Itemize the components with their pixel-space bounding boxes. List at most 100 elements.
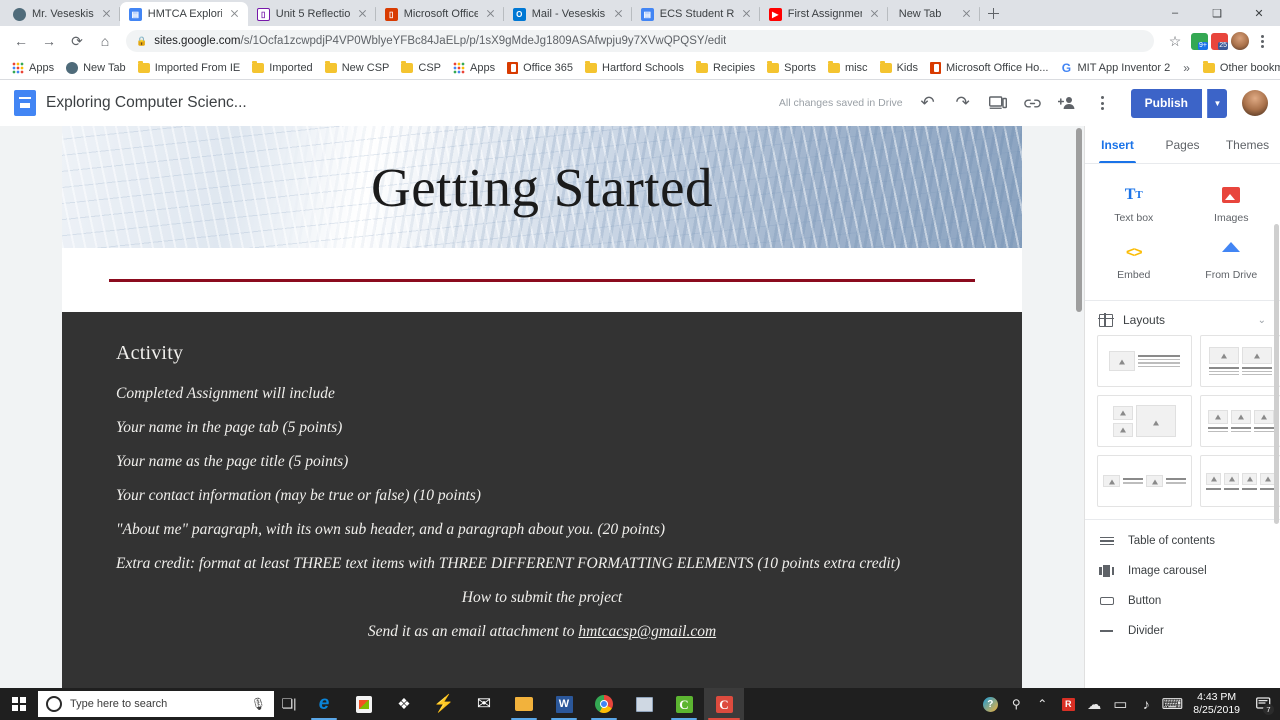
reload-icon[interactable]: ⟳ xyxy=(64,28,90,54)
browser-tab[interactable]: ▯ Microsoft Office Home xyxy=(375,2,504,26)
taskbar-app-chrome[interactable] xyxy=(584,688,624,720)
bookmark-hartford-schools[interactable]: Hartford Schools xyxy=(580,60,689,76)
browser-tab[interactable]: ▤ ECS Student Resource xyxy=(631,2,760,26)
canvas-scrollbar[interactable] xyxy=(1075,126,1083,688)
bookmark-apps-2[interactable]: Apps xyxy=(448,60,500,76)
chevron-down-icon[interactable]: ⌄ xyxy=(1258,315,1266,326)
insert-image-carousel[interactable]: Image carousel xyxy=(1085,556,1280,586)
close-icon[interactable] xyxy=(868,7,882,21)
close-window-button[interactable]: ✕ xyxy=(1238,0,1280,26)
close-icon[interactable] xyxy=(960,7,974,21)
insert-table-of-contents[interactable]: Table of contents xyxy=(1085,526,1280,556)
close-icon[interactable] xyxy=(484,7,498,21)
taskbar-clock[interactable]: 4:43 PM 8/25/2019 xyxy=(1185,691,1248,717)
bookmark-star-icon[interactable]: ☆ xyxy=(1162,28,1188,54)
banner-title[interactable]: Getting Started xyxy=(371,156,713,219)
taskbar-app-edge[interactable]: e xyxy=(304,688,344,720)
email-link[interactable]: hmtcacsp@gmail.com xyxy=(578,623,716,640)
taskbar-search[interactable]: Type here to search 🎙 xyxy=(38,691,274,717)
new-tab-button[interactable] xyxy=(980,2,1006,26)
browser-tab-active[interactable]: ▤ HMTCA Exploring Com xyxy=(119,2,248,26)
browser-tab[interactable]: ▯ Unit 5 Reflections - M xyxy=(247,2,376,26)
bookmark-imported[interactable]: Imported xyxy=(247,60,317,76)
bookmark-sports[interactable]: Sports xyxy=(762,60,821,76)
taskbar-app-red-c[interactable]: C xyxy=(704,688,744,720)
insert-images[interactable]: Images xyxy=(1183,176,1280,233)
bookmark-kids[interactable]: Kids xyxy=(875,60,923,76)
copy-link-button[interactable] xyxy=(1018,88,1048,118)
other-bookmarks[interactable]: Other bookmarks xyxy=(1198,60,1280,76)
insert-from-drive[interactable]: From Drive xyxy=(1183,233,1280,290)
redo-button[interactable]: ↷ xyxy=(948,88,978,118)
publish-dropdown-button[interactable]: ▼ xyxy=(1207,88,1227,118)
extension-icon-red[interactable]: 25 xyxy=(1211,32,1228,50)
close-icon[interactable] xyxy=(740,7,754,21)
bookmark-recipies[interactable]: Recipies xyxy=(691,60,760,76)
bookmark-office-365[interactable]: Office 365 xyxy=(502,60,578,76)
taskbar-app-store[interactable] xyxy=(344,688,384,720)
profile-avatar[interactable] xyxy=(1231,32,1249,50)
insert-text-box[interactable]: TT Text box xyxy=(1085,176,1183,233)
taskbar-app-green-c[interactable]: C xyxy=(664,688,704,720)
bookmark-new-csp[interactable]: New CSP xyxy=(320,60,395,76)
microphone-icon[interactable]: 🎙 xyxy=(251,697,266,711)
insert-divider[interactable]: Divider xyxy=(1085,616,1280,646)
antivirus-icon[interactable]: R xyxy=(1055,688,1081,720)
action-center-icon[interactable]: 7 xyxy=(1248,688,1278,720)
back-icon[interactable]: ← xyxy=(8,28,34,54)
layout-option-4[interactable] xyxy=(1200,395,1280,447)
start-button[interactable] xyxy=(0,688,38,720)
maximize-button[interactable]: ❑ xyxy=(1196,0,1238,26)
home-icon[interactable]: ⌂ xyxy=(92,28,118,54)
page-title[interactable]: Exploring Computer Scienc... xyxy=(46,94,247,112)
insert-button[interactable]: Button xyxy=(1085,586,1280,616)
browser-tab[interactable]: ▶ First Assignment - You xyxy=(759,2,888,26)
bookmark-imported-from-ie[interactable]: Imported From IE xyxy=(133,60,246,76)
help-icon[interactable]: ? xyxy=(977,688,1003,720)
battery-icon[interactable]: ▭ xyxy=(1107,688,1133,720)
chrome-menu-icon[interactable] xyxy=(1252,34,1272,48)
taskbar-app-mail[interactable]: ✉ xyxy=(464,688,504,720)
close-icon[interactable] xyxy=(100,7,114,21)
keyboard-icon[interactable]: ⌨ xyxy=(1159,688,1185,720)
insert-embed[interactable]: <> Embed xyxy=(1085,233,1183,290)
browser-tab-newtab[interactable]: New Tab xyxy=(887,2,980,26)
tab-themes[interactable]: Themes xyxy=(1215,126,1280,163)
taskbar-app-dropbox[interactable]: ❖ xyxy=(384,688,424,720)
layout-option-3[interactable] xyxy=(1097,395,1192,447)
volume-icon[interactable]: ♪ xyxy=(1133,688,1159,720)
undo-button[interactable]: ↶ xyxy=(913,88,943,118)
tab-pages[interactable]: Pages xyxy=(1150,126,1215,163)
panel-scrollbar-thumb[interactable] xyxy=(1274,224,1279,524)
avatar[interactable] xyxy=(1242,90,1268,116)
close-icon[interactable] xyxy=(612,7,626,21)
taskbar-app-file-explorer[interactable] xyxy=(504,688,544,720)
layout-option-6[interactable] xyxy=(1200,455,1280,507)
tab-insert[interactable]: Insert xyxy=(1085,126,1150,163)
red-divider-line[interactable] xyxy=(109,278,975,282)
close-icon[interactable] xyxy=(228,7,242,21)
minimize-button[interactable]: – xyxy=(1154,0,1196,26)
layout-option-5[interactable] xyxy=(1097,455,1192,507)
address-bar[interactable]: 🔒 sites.google.com/s/1Ocfa1zcwpdjP4VP0Wb… xyxy=(126,30,1154,52)
content-section[interactable]: Activity Completed Assignment will inclu… xyxy=(62,312,1022,688)
publish-button[interactable]: Publish xyxy=(1130,88,1202,118)
forward-icon[interactable]: → xyxy=(36,28,62,54)
panel-scrollbar[interactable] xyxy=(1273,164,1280,688)
preview-button[interactable] xyxy=(983,88,1013,118)
browser-tab[interactable]: O Mail - Veseskis, James xyxy=(503,2,632,26)
more-options-button[interactable] xyxy=(1088,88,1118,118)
task-view-icon[interactable]: ❏| xyxy=(274,696,304,712)
page-banner[interactable]: Getting Started xyxy=(62,126,1022,248)
close-icon[interactable] xyxy=(356,7,370,21)
network-share-icon[interactable]: ⚲ xyxy=(1003,688,1029,720)
taskbar-app-lightning[interactable]: ⚡ xyxy=(424,688,464,720)
bookmark-apps[interactable]: Apps xyxy=(7,60,59,76)
bookmarks-overflow-icon[interactable]: » xyxy=(1177,61,1196,75)
bookmark-csp[interactable]: CSP xyxy=(396,60,446,76)
taskbar-app-paint[interactable] xyxy=(624,688,664,720)
bookmark-misc[interactable]: misc xyxy=(823,60,873,76)
bookmark-new-tab[interactable]: New Tab xyxy=(61,60,131,76)
onedrive-icon[interactable]: ☁ xyxy=(1081,688,1107,720)
bookmark-mit-app-inventor[interactable]: G MIT App Inventor 2 xyxy=(1055,60,1175,76)
